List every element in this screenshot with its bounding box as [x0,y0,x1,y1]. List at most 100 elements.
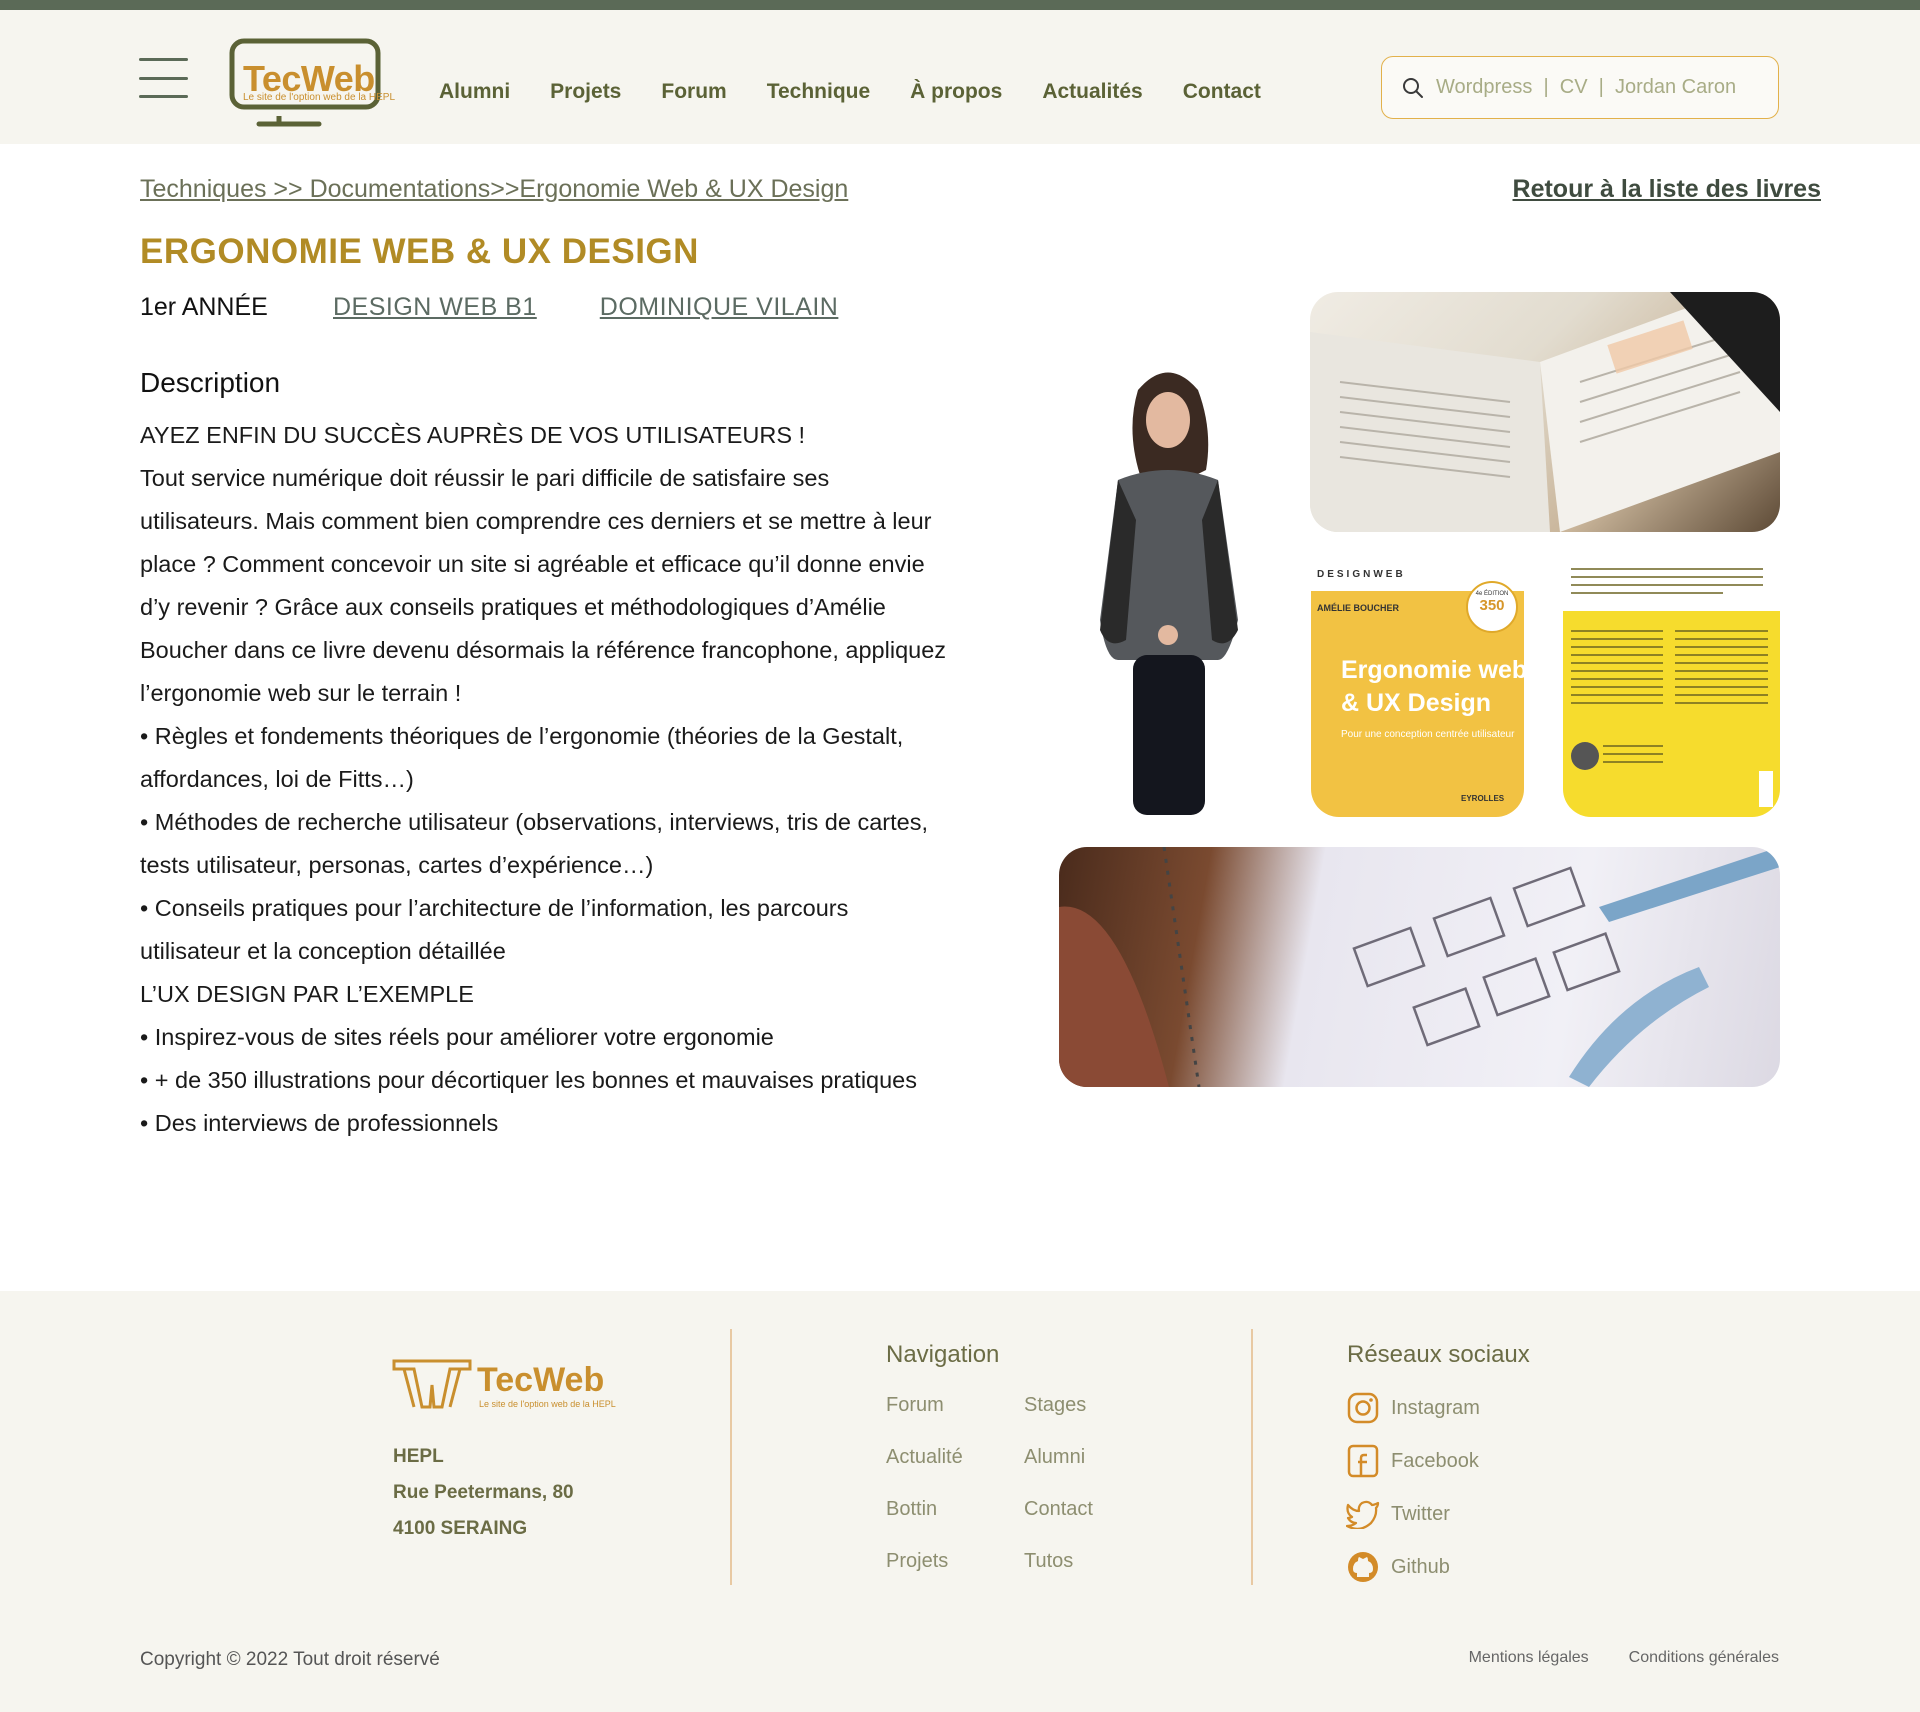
nav-a-propos[interactable]: À propos [910,80,1002,104]
hamburger-menu-button[interactable] [139,58,188,98]
hamburger-line [139,58,188,61]
tecweb-mark-icon [392,1359,472,1409]
legal-links: Mentions légales Conditions générales [1469,1649,1779,1667]
nav-actualites[interactable]: Actualités [1042,80,1142,104]
social-label: Instagram [1391,1396,1480,1419]
back-to-books-link[interactable]: Retour à la liste des livres [1513,175,1821,204]
social-link-twitter[interactable]: Twitter [1346,1496,1480,1532]
description-line: affordances, loi de Fitts…) [140,766,414,792]
footer-social-title: Réseaux sociaux [1347,1341,1530,1368]
main-nav: Alumni Projets Forum Technique À propos … [439,80,1261,104]
site-header: TecWeb Le site de l'option web de la HEP… [0,10,1920,144]
cover-author: AMÉLIE BOUCHER [1317,603,1400,613]
search-icon [1403,77,1423,98]
badge-number: 350 [1479,597,1505,614]
address-line: Rue Peetermans, 80 [393,1482,574,1503]
github-icon [1348,1552,1378,1582]
description-line: tests utilisateur, personas, cartes d’ex… [140,852,654,878]
description-line: • + de 350 illustrations pour décortique… [140,1067,918,1093]
cover-series: DESIGNWEB [1317,569,1406,580]
footer-link-tutos[interactable]: Tutos [1024,1547,1144,1576]
top-accent-bar [0,0,1920,10]
footer-social: Instagram Facebook Twitter Github [1346,1390,1480,1602]
mentions-legales-link[interactable]: Mentions légales [1469,1649,1589,1667]
social-label: Github [1391,1555,1450,1578]
conditions-generales-link[interactable]: Conditions générales [1629,1649,1779,1667]
site-footer: TecWeb Le site de l'option web de la HEP… [0,1291,1920,1712]
social-link-facebook[interactable]: Facebook [1346,1443,1480,1479]
teacher-link[interactable]: DOMINIQUE VILAIN [600,293,839,322]
cover-title-line1: Ergonomie web [1341,656,1524,684]
footer-logo-tagline: Le site de l'option web de la HEPL [479,1399,616,1409]
book-cover-back [1563,561,1780,817]
cover-title-line2: & UX Design [1341,689,1492,717]
footer-logo[interactable]: TecWeb Le site de l'option web de la HEP… [392,1357,632,1417]
footer-nav-title: Navigation [886,1341,1000,1368]
description-line: d’y revenir ? Grâce aux conseils pratiqu… [140,594,886,620]
social-link-github[interactable]: Github [1346,1549,1480,1585]
description-line: AYEZ ENFIN DU SUCCÈS AUPRÈS DE VOS UTILI… [140,422,806,448]
nav-forum[interactable]: Forum [661,80,726,104]
search-input[interactable] [1436,76,1766,99]
edition-badge: 4e ÉDITION 350 [1466,581,1518,633]
nav-alumni[interactable]: Alumni [439,80,510,104]
back-cover-text-illustration [1563,561,1780,807]
social-label: Twitter [1391,1502,1450,1525]
description-line: • Règles et fondements théoriques de l’e… [140,723,904,749]
course-link[interactable]: DESIGN WEB B1 [333,293,537,322]
description-line: • Conseils pratiques pour l’architecture… [140,895,849,921]
description-line: l’ergonomie web sur le terrain ! [140,680,462,706]
breadcrumb[interactable]: Techniques >> Documentations>>Ergonomie … [140,175,848,204]
description-line: • Méthodes de recherche utilisateur (obs… [140,809,928,835]
footer-link-stages[interactable]: Stages [1024,1391,1144,1420]
hamburger-line [139,76,188,80]
nav-technique[interactable]: Technique [767,80,870,104]
address-line: 4100 SERAING [393,1518,528,1539]
description-line: L’UX DESIGN PAR L’EXEMPLE [140,981,474,1007]
description-line: utilisateur et la conception détaillée [140,938,506,964]
footer-link-projets[interactable]: Projets [886,1547,1024,1576]
footer-link-actualite[interactable]: Actualité [886,1443,1024,1472]
description-heading: Description [140,367,281,398]
wireframe-sketch-photo [1059,847,1780,1087]
description-line: place ? Comment concevoir un site si agr… [140,551,925,577]
author-photo [1100,372,1238,815]
description-line: Tout service numérique doit réussir le p… [140,465,830,491]
logo-tagline: Le site de l'option web de la HEPL [243,92,396,103]
book-meta: 1er ANNÉE DESIGN WEB B1 DOMINIQUE VILAIN [140,293,901,322]
instagram-icon [1347,1392,1379,1424]
page-title: ERGONOMIE WEB & UX DESIGN [140,232,699,271]
footer-link-forum[interactable]: Forum [886,1391,1024,1420]
facebook-icon [1347,1444,1379,1478]
social-link-instagram[interactable]: Instagram [1346,1390,1480,1426]
footer-divider [730,1329,732,1585]
cover-subtitle: Pour une conception centrée utilisateur [1341,729,1515,740]
nav-contact[interactable]: Contact [1183,80,1261,104]
description-line: Boucher dans ce livre devenu désormais l… [140,637,947,663]
footer-divider [1251,1329,1253,1585]
site-logo[interactable]: TecWeb Le site de l'option web de la HEP… [229,38,395,130]
nav-projets[interactable]: Projets [550,80,621,104]
address-line: HEPL [393,1446,444,1467]
description-line: utilisateurs. Mais comment bien comprend… [140,508,932,534]
description-line: • Inspirez-vous de sites réels pour amél… [140,1024,774,1050]
footer-logo-name: TecWeb [477,1361,605,1399]
search-box [1381,56,1779,119]
social-label: Facebook [1391,1449,1479,1472]
footer-link-alumni[interactable]: Alumni [1024,1443,1144,1472]
footer-address: HEPL Rue Peetermans, 80 4100 SERAING [393,1439,574,1547]
year-label: 1er ANNÉE [140,293,268,321]
open-book-illustration [1310,292,1780,532]
cover-publisher: EYROLLES [1461,794,1505,803]
copyright: Copyright © 2022 Tout droit réservé [140,1649,440,1670]
book-cover-front: DESIGNWEB AMÉLIE BOUCHER 4e ÉDITION 350 … [1311,561,1524,817]
open-book-photo [1310,292,1780,532]
description-body: AYEZ ENFIN DU SUCCÈS AUPRÈS DE VOS UTILI… [140,414,970,1145]
footer-link-bottin[interactable]: Bottin [886,1495,1024,1524]
twitter-icon [1346,1500,1380,1529]
wireframe-illustration [1059,847,1780,1087]
footer-link-contact[interactable]: Contact [1024,1495,1144,1524]
footer-nav: Forum Stages Actualité Alumni Bottin Con… [886,1391,1144,1576]
hamburger-line [139,95,188,98]
description-line: • Des interviews de professionnels [140,1110,499,1136]
